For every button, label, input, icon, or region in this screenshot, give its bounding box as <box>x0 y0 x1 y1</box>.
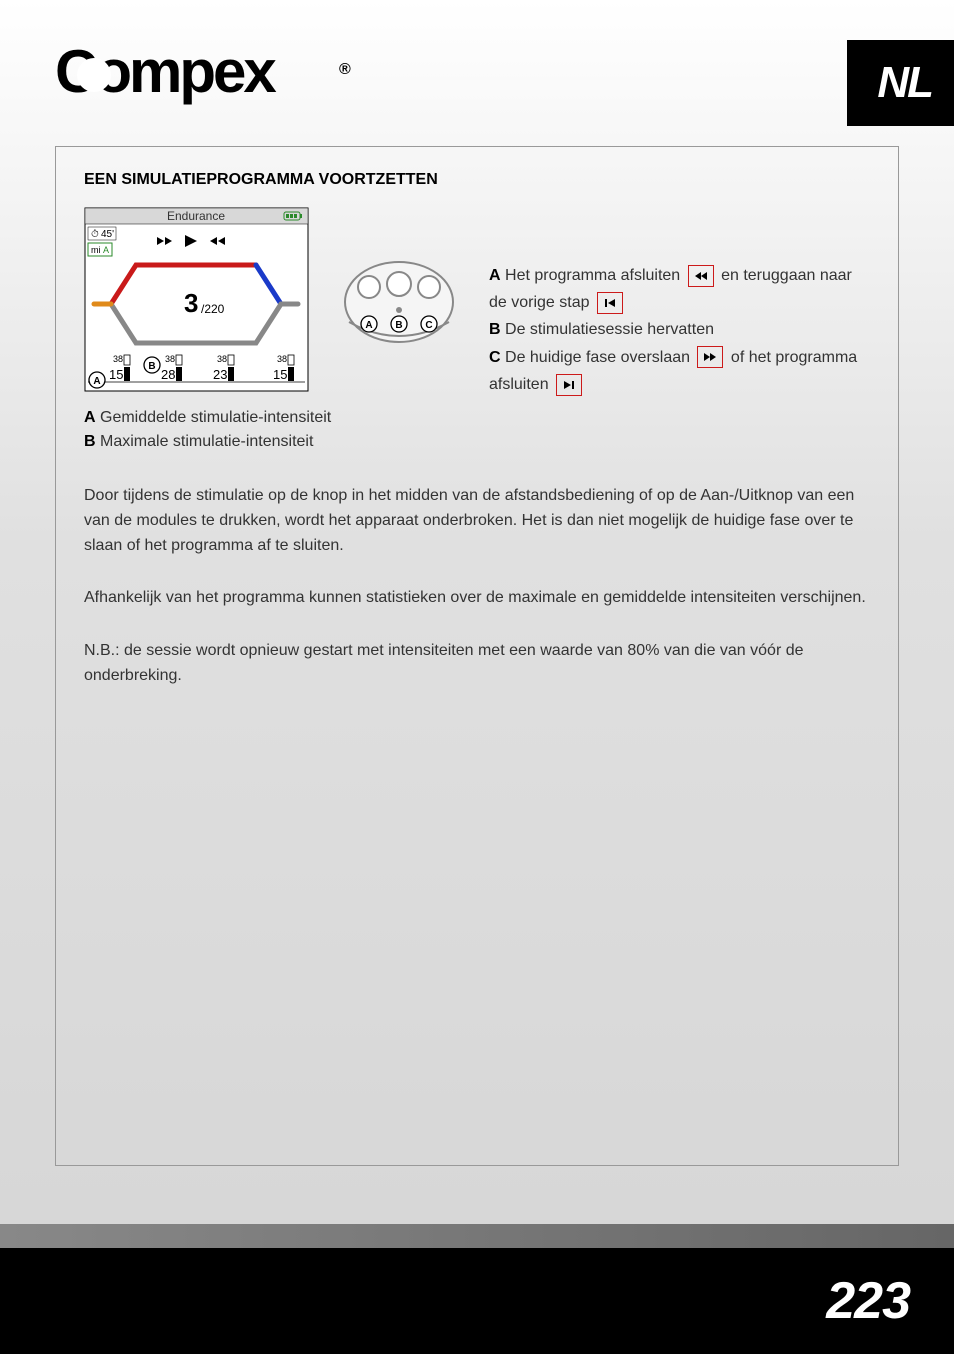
screen-title: Endurance <box>167 209 225 223</box>
legend-c-line: C De huidige fase overslaan of het progr… <box>489 344 870 398</box>
big-number: 3 <box>184 288 198 318</box>
legend-c-text1: De huidige fase overslaan <box>501 349 695 366</box>
lb-a-text: Gemiddelde stimulatie-intensiteit <box>96 409 332 426</box>
legend-a-line: A Het programma afsluiten en teruggaan n… <box>489 262 870 316</box>
skip-forward-icon <box>556 374 582 396</box>
legend-a-label: A <box>489 267 501 284</box>
svg-text:mi: mi <box>91 245 101 255</box>
screen-svg: Endurance ⏱ 45' mi A <box>84 207 309 392</box>
ch2-val: 28 <box>161 367 175 382</box>
brand-logo: Compex ® <box>55 40 355 123</box>
big-sub: /220 <box>201 302 225 316</box>
legend-below: A Gemiddelde stimulatie-intensiteit B Ma… <box>84 406 870 454</box>
svg-text:A: A <box>93 376 100 387</box>
ch1-val: 15 <box>109 367 123 382</box>
svg-text:A: A <box>103 245 109 255</box>
footer-bar: 223 <box>0 1248 954 1354</box>
ch4-top: 38 <box>277 354 287 364</box>
remote-diagram: A B C <box>339 252 459 357</box>
legend-b-line: B De stimulatiesessie hervatten <box>489 316 870 343</box>
skip-back-icon <box>597 292 623 314</box>
svg-text:C: C <box>425 320 432 331</box>
svg-text:®: ® <box>339 61 351 78</box>
svg-text:B: B <box>395 320 402 331</box>
legend-b-label: B <box>489 321 501 338</box>
rewind-double-icon <box>688 265 714 287</box>
svg-text:B: B <box>148 361 155 372</box>
remote-svg: A B C <box>339 252 459 352</box>
compex-logo-svg: Compex ® <box>55 40 355 110</box>
device-screen-diagram: Endurance ⏱ 45' mi A <box>84 207 309 397</box>
lb-a-label: A <box>84 409 96 426</box>
ch4-val: 15 <box>273 367 287 382</box>
timer-text: 45' <box>101 229 114 240</box>
ch3-val: 23 <box>213 367 227 382</box>
svg-text:A: A <box>365 320 372 331</box>
ch3-top: 38 <box>217 354 227 364</box>
page-footer: 223 <box>0 1224 954 1354</box>
svg-text:⏱: ⏱ <box>91 229 99 240</box>
forward-double-icon <box>697 346 723 368</box>
language-tab: NL <box>847 40 954 126</box>
lb-b-text: Maximale stimulatie-intensiteit <box>96 433 314 450</box>
footer-divider <box>0 1224 954 1248</box>
content-box: EEN SIMULATIEPROGRAMMA VOORTZETTEN Endur… <box>55 146 899 1166</box>
legend-b-text: De stimulatiesessie hervatten <box>501 321 714 338</box>
legend-right: A Het programma afsluiten en teruggaan n… <box>489 262 870 398</box>
paragraph-1: Door tijdens de stimulatie op de knop in… <box>84 484 870 558</box>
legend-c-label: C <box>489 349 501 366</box>
paragraph-2: Afhankelijk van het programma kunnen sta… <box>84 586 870 611</box>
ch1-top: 38 <box>113 354 123 364</box>
legend-below-a: A Gemiddelde stimulatie-intensiteit <box>84 406 870 430</box>
diagrams-row: Endurance ⏱ 45' mi A <box>84 207 870 398</box>
page-number: 223 <box>826 1271 910 1331</box>
paragraph-3: N.B.: de sessie wordt opnieuw gestart me… <box>84 639 870 689</box>
ch2-top: 38 <box>165 354 175 364</box>
legend-below-b: B Maximale stimulatie-intensiteit <box>84 430 870 454</box>
lb-b-label: B <box>84 433 96 450</box>
legend-a-text1: Het programma afsluiten <box>501 267 685 284</box>
section-title: EEN SIMULATIEPROGRAMMA VOORTZETTEN <box>84 171 870 189</box>
page-header: Compex ® NL <box>0 0 954 126</box>
